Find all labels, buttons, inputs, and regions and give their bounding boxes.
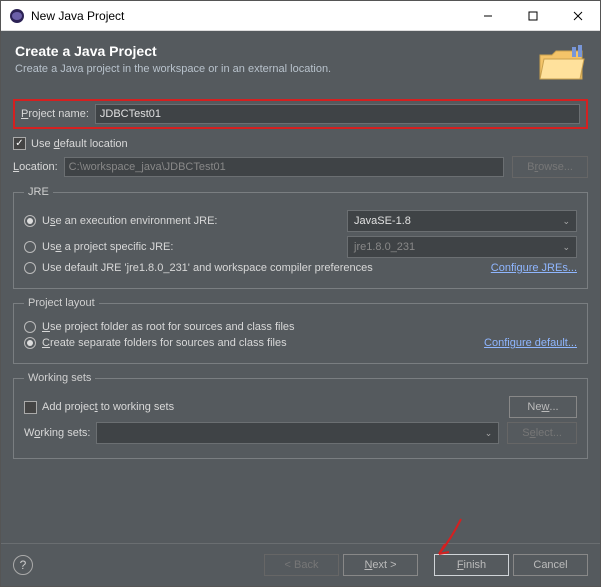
use-default-location-row: Use default location [13, 137, 588, 150]
dialog-footer: ? < Back Next > Finish Cancel [1, 543, 600, 586]
use-default-location-checkbox[interactable] [13, 137, 26, 150]
location-input [64, 157, 504, 177]
back-button: < Back [264, 554, 339, 576]
project-name-row: Project name: [13, 99, 588, 129]
location-row: Location: Browse... [13, 156, 588, 178]
jre-specific-radio[interactable] [24, 241, 36, 253]
configure-jres-link[interactable]: Configure JREs... [491, 262, 577, 274]
layout-root-radio[interactable] [24, 321, 36, 333]
jre-specific-label: Use a project specific JRE: [42, 241, 173, 253]
cancel-button[interactable]: Cancel [513, 554, 588, 576]
use-default-location-label: Use default location [31, 138, 128, 150]
header-title: Create a Java Project [15, 43, 538, 59]
finish-button[interactable]: Finish [434, 554, 509, 576]
configure-default-link[interactable]: Configure default... [484, 337, 577, 349]
dialog-window: New Java Project Create a Java Project C… [0, 0, 601, 587]
jre-env-radio[interactable] [24, 215, 36, 227]
working-sets-select: ⌄ [96, 422, 499, 444]
dialog-header: Create a Java Project Create a Java proj… [1, 31, 600, 97]
working-sets-group: Working sets Add project to working sets… [13, 372, 588, 459]
close-button[interactable] [555, 1, 600, 30]
titlebar: New Java Project [1, 1, 600, 31]
jre-specific-select: jre1.8.0_231⌄ [347, 236, 577, 258]
chevron-down-icon: ⌄ [562, 242, 570, 253]
working-sets-label: Working sets: [24, 427, 90, 439]
select-working-set-button: Select... [507, 422, 577, 444]
chevron-down-icon: ⌄ [562, 216, 570, 227]
chevron-down-icon: ⌄ [485, 428, 493, 439]
eclipse-icon [9, 8, 25, 24]
working-sets-legend: Working sets [24, 372, 95, 384]
layout-root-label: Use project folder as root for sources a… [42, 321, 295, 333]
help-icon[interactable]: ? [13, 555, 33, 575]
location-label: Location: [13, 161, 58, 173]
layout-separate-label: Create separate folders for sources and … [42, 337, 287, 349]
layout-legend: Project layout [24, 297, 99, 309]
minimize-button[interactable] [465, 1, 510, 30]
next-button[interactable]: Next > [343, 554, 418, 576]
jre-group: JRE Use an execution environment JRE: Ja… [13, 186, 588, 289]
project-name-label: Project name: [21, 108, 89, 120]
window-controls [465, 1, 600, 30]
jre-env-select[interactable]: JavaSE-1.8⌄ [347, 210, 577, 232]
jre-env-label: Use an execution environment JRE: [42, 215, 218, 227]
maximize-button[interactable] [510, 1, 555, 30]
new-working-set-button[interactable]: New... [509, 396, 577, 418]
folder-icon [538, 43, 586, 83]
add-to-working-sets-checkbox[interactable] [24, 401, 37, 414]
browse-button: Browse... [512, 156, 588, 178]
jre-legend: JRE [24, 186, 53, 198]
jre-default-radio[interactable] [24, 262, 36, 274]
header-subtitle: Create a Java project in the workspace o… [15, 63, 538, 75]
jre-default-label: Use default JRE 'jre1.8.0_231' and works… [42, 262, 373, 274]
project-name-input[interactable] [95, 104, 580, 124]
layout-separate-radio[interactable] [24, 337, 36, 349]
dialog-content: Project name: Use default location Locat… [1, 97, 600, 543]
layout-group: Project layout Use project folder as roo… [13, 297, 588, 364]
titlebar-title: New Java Project [31, 9, 465, 23]
add-to-working-sets-label: Add project to working sets [42, 401, 174, 413]
